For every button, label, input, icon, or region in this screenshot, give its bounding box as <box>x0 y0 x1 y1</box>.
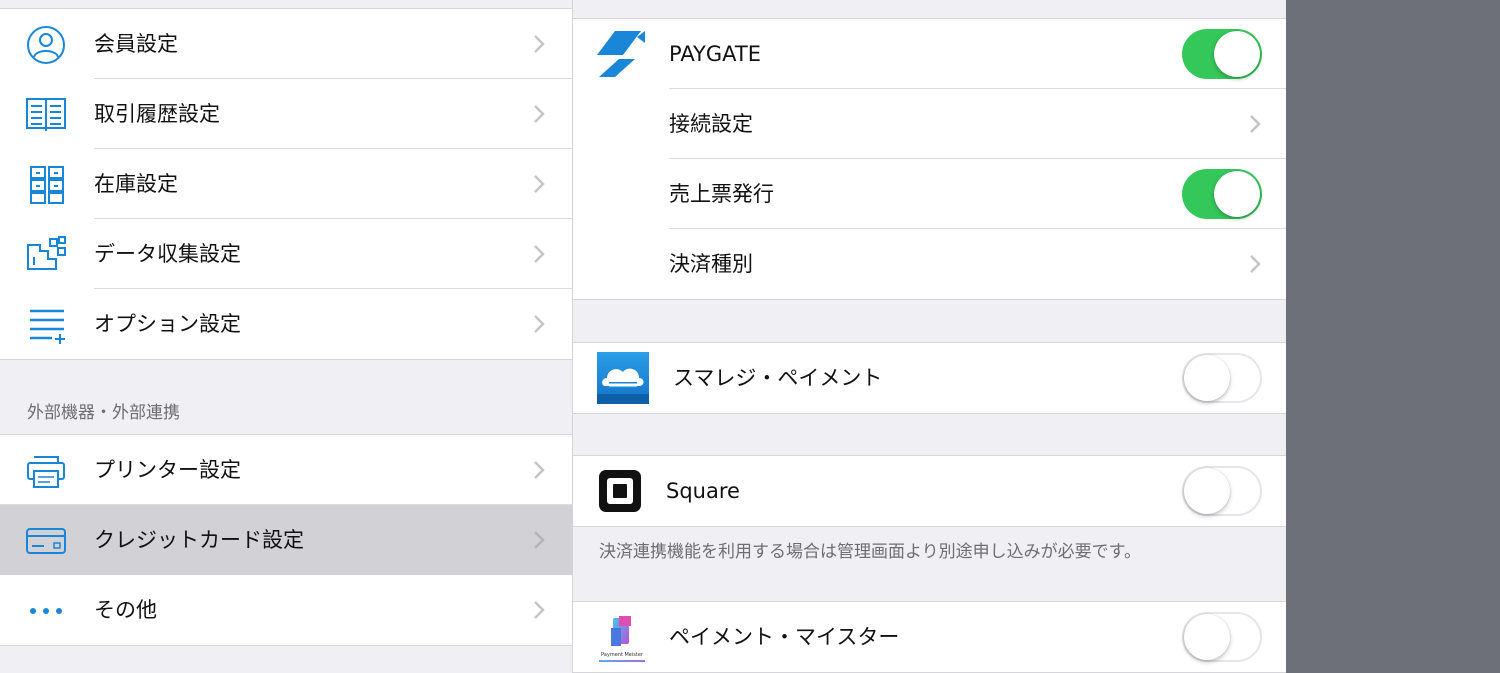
paygate-receipt-issue: 売上票発行 <box>573 159 1286 229</box>
drawers-icon <box>30 166 64 204</box>
sidebar-item-option-settings[interactable]: オプション設定 <box>0 289 572 359</box>
sidebar-item-label: 在庫設定 <box>94 172 178 196</box>
payment-meister-row: Payment Meister ペイメント・マイスター <box>573 602 1286 672</box>
square-label: Square <box>666 479 740 503</box>
section-header-external: 外部機器・外部連携 <box>27 403 180 423</box>
paygate-logo-icon <box>597 31 645 77</box>
sidebar-item-other[interactable]: その他 <box>0 575 572 645</box>
person-circle-icon <box>27 26 65 64</box>
chevron-right-icon <box>534 461 545 479</box>
payment-meister-label: ペイメント・マイスター <box>669 625 900 649</box>
square-toggle[interactable] <box>1182 466 1262 516</box>
toggle-knob <box>1214 31 1260 77</box>
chevron-right-icon <box>1250 255 1261 273</box>
settings-group-general: 会員設定 取引履歴設定 在庫設定 データ収集設定 オプション設定 <box>0 8 572 360</box>
receipt-issue-toggle[interactable] <box>1182 169 1262 219</box>
chevron-right-icon <box>534 315 545 333</box>
receipt-issue-label: 売上票発行 <box>669 182 774 206</box>
credit-card-settings-panel: PAYGATE 接続設定 売上票発行 決済種別 スマレジ・ペイメント Squar… <box>573 0 1286 673</box>
paygate-group: PAYGATE 接続設定 売上票発行 決済種別 <box>573 18 1286 300</box>
sidebar-item-label: オプション設定 <box>94 312 241 336</box>
square-logo-icon <box>599 470 641 512</box>
payment-meister-toggle[interactable] <box>1182 612 1262 662</box>
square-row: Square <box>573 456 1286 526</box>
connection-settings-label: 接続設定 <box>669 112 753 136</box>
data-nodes-icon <box>27 236 66 270</box>
printer-icon <box>27 456 65 488</box>
chevron-right-icon <box>534 245 545 263</box>
smaregi-payment-label: スマレジ・ペイメント <box>673 366 883 390</box>
paygate-toggle[interactable] <box>1182 29 1262 79</box>
cloud-logo-icon <box>597 352 649 404</box>
sidebar-item-data-collection-settings[interactable]: データ収集設定 <box>0 219 572 289</box>
toggle-knob <box>1184 355 1230 401</box>
chevron-right-icon <box>534 531 545 549</box>
chevron-right-icon <box>1250 115 1261 133</box>
sidebar-item-label: 会員設定 <box>94 32 178 56</box>
chevron-right-icon <box>534 105 545 123</box>
paygate-row: PAYGATE <box>573 19 1286 89</box>
chevron-right-icon <box>534 35 545 53</box>
paygate-connection-settings[interactable]: 接続設定 <box>573 89 1286 159</box>
payment-meister-group: Payment Meister ペイメント・マイスター <box>573 601 1286 673</box>
toggle-knob <box>1184 614 1230 660</box>
square-group: Square <box>573 455 1286 527</box>
sidebar-item-member-settings[interactable]: 会員設定 <box>0 9 572 79</box>
payment-meister-logo-icon: Payment Meister <box>599 616 645 662</box>
chevron-right-icon <box>534 601 545 619</box>
sidebar-item-label: クレジットカード設定 <box>94 528 304 552</box>
settings-group-external: プリンター設定 クレジットカード設定 その他 <box>0 434 572 646</box>
sidebar-item-label: データ収集設定 <box>94 242 241 266</box>
sidebar-item-label: その他 <box>94 598 157 622</box>
paygate-payment-type[interactable]: 決済種別 <box>573 229 1286 299</box>
paygate-label: PAYGATE <box>669 42 761 66</box>
sidebar-item-label: 取引履歴設定 <box>94 102 220 126</box>
smaregi-payment-group: スマレジ・ペイメント <box>573 342 1286 414</box>
settings-sidebar: 会員設定 取引履歴設定 在庫設定 データ収集設定 オプション設定 外部機器・外部… <box>0 0 573 673</box>
sidebar-item-transaction-history-settings[interactable]: 取引履歴設定 <box>0 79 572 149</box>
list-plus-icon <box>30 309 65 344</box>
toggle-knob <box>1184 468 1230 514</box>
ellipsis-icon <box>30 608 62 614</box>
smaregi-payment-toggle[interactable] <box>1182 353 1262 403</box>
chevron-right-icon <box>534 175 545 193</box>
credit-card-icon <box>26 528 66 554</box>
sidebar-item-credit-card-settings[interactable]: クレジットカード設定 <box>0 505 572 575</box>
open-book-icon <box>26 98 66 131</box>
sidebar-item-inventory-settings[interactable]: 在庫設定 <box>0 149 572 219</box>
payment-type-label: 決済種別 <box>669 252 753 276</box>
sidebar-item-label: プリンター設定 <box>94 458 241 482</box>
smaregi-payment-row: スマレジ・ペイメント <box>573 343 1286 413</box>
payment-meister-logo-text: Payment Meister <box>601 652 644 658</box>
sidebar-item-printer-settings[interactable]: プリンター設定 <box>0 435 572 505</box>
payment-integration-note: 決済連携機能を利用する場合は管理画面より別途申し込みが必要です。 <box>599 542 1141 562</box>
toggle-knob <box>1214 171 1260 217</box>
